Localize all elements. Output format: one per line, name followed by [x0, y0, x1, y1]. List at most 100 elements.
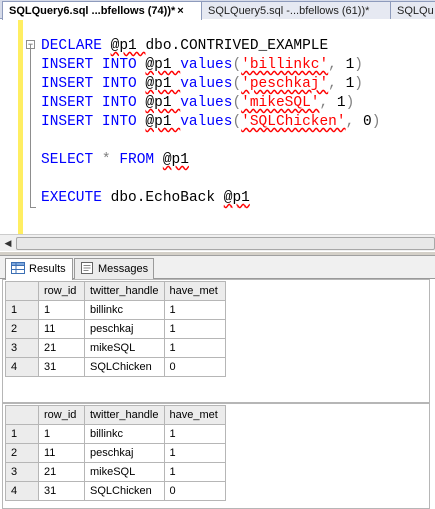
tab-sqlquery-overflow[interactable]: SQLQu: [390, 1, 435, 19]
code-line[interactable]: [41, 170, 380, 189]
grid-cell[interactable]: 31: [38, 357, 85, 377]
grid-cell[interactable]: 1: [163, 319, 226, 339]
scrollbar-thumb[interactable]: [16, 237, 435, 250]
code-token: 'mikeSQL': [241, 95, 320, 111]
code-line[interactable]: EXECUTE dbo.EchoBack @p1: [41, 189, 380, 208]
select-all-corner[interactable]: [5, 281, 39, 301]
grid-cell[interactable]: mikeSQL: [84, 338, 165, 358]
editor-horizontal-scrollbar[interactable]: ◀: [0, 234, 435, 251]
grid-cell[interactable]: 1: [163, 424, 226, 444]
tab-close-icon[interactable]: ×: [177, 5, 183, 17]
row-number[interactable]: 3: [5, 462, 39, 482]
code-token: @p1: [110, 38, 146, 54]
query-editor[interactable]: − DECLARE @p1 dbo.CONTRIVED_EXAMPLEINSER…: [0, 19, 435, 234]
grid-cell[interactable]: 1: [163, 462, 226, 482]
grid-cell[interactable]: SQLChicken: [84, 481, 165, 501]
tab-results-label: Results: [29, 263, 66, 275]
grid-cell[interactable]: 1: [163, 443, 226, 463]
code-token: INSERT INTO: [41, 57, 146, 73]
grid-cell[interactable]: 11: [38, 319, 85, 339]
column-header-twitter-handle[interactable]: twitter_handle: [84, 405, 165, 425]
grid-cell[interactable]: 21: [38, 462, 85, 482]
code-line[interactable]: INSERT INTO @p1 values('SQLChicken', 0): [41, 113, 380, 132]
table-row[interactable]: 3 21 mikeSQL 1: [5, 462, 226, 482]
column-header-twitter-handle[interactable]: twitter_handle: [84, 281, 165, 301]
column-header-have-met[interactable]: have_met: [163, 405, 226, 425]
column-header-have-met[interactable]: have_met: [163, 281, 226, 301]
tab-messages[interactable]: Messages: [74, 258, 154, 279]
code-token: dbo.CONTRIVED_EXAMPLE: [145, 38, 329, 54]
code-token: *: [101, 152, 120, 168]
column-header-row-id[interactable]: row_id: [38, 281, 85, 301]
grid-cell[interactable]: billinkc: [84, 424, 165, 444]
code-line[interactable]: INSERT INTO @p1 values('peschkaj', 1): [41, 75, 380, 94]
grid-cell[interactable]: peschkaj: [84, 319, 165, 339]
sql-code[interactable]: DECLARE @p1 dbo.CONTRIVED_EXAMPLE INSERT …: [41, 37, 380, 208]
tab-label: SQLQuery5.sql -...bfellows (61))*: [208, 5, 370, 17]
grid-cell[interactable]: 0: [163, 357, 226, 377]
result-grid-1[interactable]: row_id twitter_handle have_met 1 1 billinkc 1 2…: [5, 281, 226, 377]
grid-cell[interactable]: SQLChicken: [84, 357, 165, 377]
grid-cell[interactable]: 21: [38, 338, 85, 358]
grid-cell[interactable]: billinkc: [84, 300, 165, 320]
code-token: ): [354, 76, 363, 92]
scroll-left-arrow-icon[interactable]: ◀: [1, 237, 15, 250]
code-token: @p1: [145, 95, 181, 111]
tab-results[interactable]: Results: [5, 258, 73, 280]
grid-cell[interactable]: 1: [38, 424, 85, 444]
code-line[interactable]: [41, 132, 380, 151]
tab-sqlquery6[interactable]: SQLQuery6.sql ...bfellows (74))* ×: [2, 1, 202, 20]
code-line[interactable]: DECLARE @p1 dbo.CONTRIVED_EXAMPLE: [41, 37, 380, 56]
code-token: INSERT INTO: [41, 114, 146, 130]
code-token: values: [180, 57, 233, 73]
code-token: values: [180, 76, 233, 92]
table-row[interactable]: 4 31 SQLChicken 0: [5, 481, 226, 501]
row-number[interactable]: 4: [5, 481, 39, 501]
code-line[interactable]: SELECT * FROM @p1: [41, 151, 380, 170]
grid-cell[interactable]: 1: [163, 338, 226, 358]
tab-messages-label: Messages: [98, 263, 149, 275]
row-number[interactable]: 2: [5, 443, 39, 463]
code-line[interactable]: INSERT INTO @p1 values('billinkc', 1): [41, 56, 380, 75]
grid-cell[interactable]: peschkaj: [84, 443, 165, 463]
table-row[interactable]: 3 21 mikeSQL 1: [5, 338, 226, 358]
tab-label: SQLQuery6.sql ...bfellows (74))*: [9, 5, 176, 17]
code-token: dbo.EchoBack: [110, 190, 224, 206]
grid-cell[interactable]: mikeSQL: [84, 462, 165, 482]
outline-guide-end: [30, 207, 36, 208]
code-token: ): [345, 95, 355, 111]
code-token: ): [354, 57, 363, 73]
column-header-row-id[interactable]: row_id: [38, 405, 85, 425]
result-grid-2[interactable]: row_id twitter_handle have_met 1 1 billinkc 1 2…: [5, 405, 226, 501]
tab-sqlquery5[interactable]: SQLQuery5.sql -...bfellows (61))*: [201, 1, 391, 19]
select-all-corner[interactable]: [5, 405, 39, 425]
code-token: DECLARE: [41, 38, 111, 54]
table-row[interactable]: 1 1 billinkc 1: [5, 424, 226, 444]
code-token: (: [232, 95, 242, 111]
code-token: values: [180, 114, 233, 130]
code-token: 'billinkc': [241, 57, 329, 73]
code-token: INSERT INTO: [41, 95, 146, 111]
code-token: 1: [345, 57, 355, 73]
code-token: @p1: [145, 57, 181, 73]
row-number[interactable]: 4: [5, 357, 39, 377]
grid-cell[interactable]: 0: [163, 481, 226, 501]
code-line[interactable]: INSERT INTO @p1 values('mikeSQL', 1): [41, 94, 380, 113]
results-pane: row_id twitter_handle have_met 1 1 billinkc 1 2…: [0, 279, 435, 509]
row-number[interactable]: 1: [5, 424, 39, 444]
row-number[interactable]: 2: [5, 319, 39, 339]
table-row[interactable]: 2 11 peschkaj 1: [5, 319, 226, 339]
grid-cell[interactable]: 1: [163, 300, 226, 320]
grid-cell[interactable]: 1: [38, 300, 85, 320]
code-token: INSERT INTO: [41, 76, 146, 92]
code-token: EXECUTE: [41, 190, 111, 206]
table-row[interactable]: 2 11 peschkaj 1: [5, 443, 226, 463]
code-token: ): [371, 114, 381, 130]
row-number[interactable]: 1: [5, 300, 39, 320]
grid-cell[interactable]: 11: [38, 443, 85, 463]
results-tab-strip: Results Messages: [0, 256, 435, 280]
row-number[interactable]: 3: [5, 338, 39, 358]
table-row[interactable]: 4 31 SQLChicken 0: [5, 357, 226, 377]
table-row[interactable]: 1 1 billinkc 1: [5, 300, 226, 320]
grid-cell[interactable]: 31: [38, 481, 85, 501]
